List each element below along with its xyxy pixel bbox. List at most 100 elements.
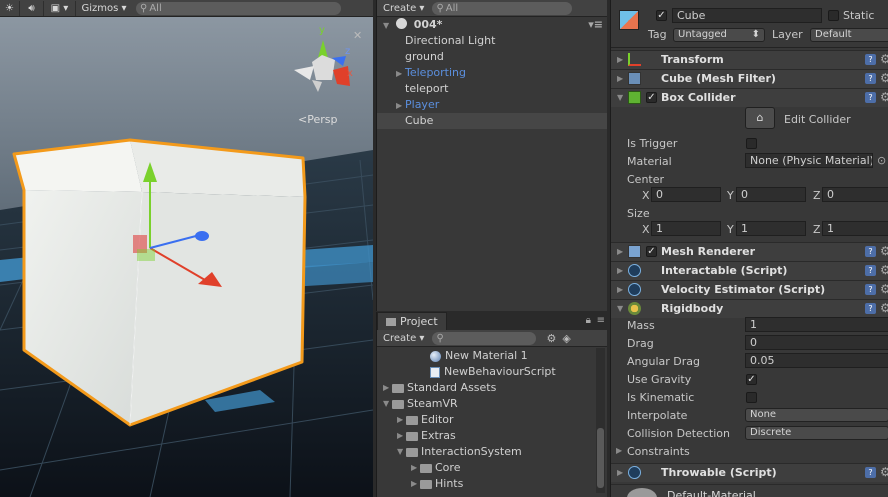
project-scrollbar[interactable] xyxy=(596,348,605,493)
project-search-input[interactable]: ⚲ xyxy=(432,331,537,345)
size-x-field[interactable]: 1 xyxy=(651,221,721,236)
hierarchy-item[interactable]: ▶ Player xyxy=(377,97,607,113)
expand-icon[interactable]: ▶ xyxy=(411,460,420,476)
collapse-icon[interactable]: ▼ xyxy=(397,444,406,460)
hierarchy-item[interactable]: teleport xyxy=(377,81,607,97)
gear-icon[interactable]: ⚙ xyxy=(880,301,888,315)
menu-icon[interactable]: ▾≡ xyxy=(588,17,603,33)
project-item[interactable]: ▶ Core xyxy=(377,460,607,476)
project-item[interactable]: ▼ SteamVR xyxy=(377,396,607,412)
hierarchy-item[interactable]: ground xyxy=(377,49,607,65)
mass-field[interactable]: 1 xyxy=(745,317,888,332)
size-y-field[interactable]: 1 xyxy=(736,221,806,236)
angular-drag-field[interactable]: 0.05 xyxy=(745,353,888,368)
project-item[interactable]: New Material 1 xyxy=(377,348,607,364)
static-checkbox[interactable] xyxy=(828,10,839,21)
gear-icon[interactable]: ⚙ xyxy=(880,244,888,258)
constraints-expand-icon[interactable]: ▶ xyxy=(616,446,622,455)
project-item[interactable]: NewBehaviourScript xyxy=(377,364,607,380)
collapse-icon[interactable]: ▼ xyxy=(383,18,392,34)
project-item[interactable]: ▼ InteractionSystem xyxy=(377,444,607,460)
box-collider-component[interactable]: ▼ ✓ Box Collider ?⚙ xyxy=(611,88,888,107)
hierarchy-search-input[interactable]: ⚲ All xyxy=(432,1,573,15)
mesh-renderer-component[interactable]: ▶ ✓ Mesh Renderer ?⚙ xyxy=(611,242,888,261)
help-icon[interactable]: ? xyxy=(865,467,876,478)
center-y-field[interactable]: 0 xyxy=(736,187,806,202)
expand-icon[interactable]: ▶ xyxy=(383,380,392,396)
gear-icon[interactable]: ⚙ xyxy=(880,90,888,104)
collapse-icon[interactable]: ▼ xyxy=(383,396,392,412)
help-icon[interactable]: ? xyxy=(865,303,876,314)
gear-icon[interactable]: ⚙ xyxy=(880,465,888,479)
tag-dropdown[interactable]: Untagged ⬍ xyxy=(673,28,765,42)
center-x-field[interactable]: 0 xyxy=(651,187,721,202)
close-icon[interactable]: ✕ xyxy=(353,29,362,42)
help-icon[interactable]: ? xyxy=(865,54,876,65)
gear-icon[interactable]: ⚙ xyxy=(880,263,888,277)
expand-icon[interactable]: ▶ xyxy=(411,476,420,492)
scene-view[interactable]: y z x ✕ ☀ 🔊︎ ▣ ▾ Gizmos ▾ ⚲ All <Persp xyxy=(0,0,373,497)
project-item[interactable]: ▶ Hints xyxy=(377,476,607,492)
collision-detection-dropdown[interactable]: Discrete xyxy=(745,426,888,440)
expand-icon[interactable]: ▶ xyxy=(396,66,405,82)
size-z-field[interactable]: 1 xyxy=(822,221,888,236)
help-icon[interactable]: ? xyxy=(865,92,876,103)
expand-icon[interactable]: ▶ xyxy=(396,98,405,114)
center-z-field[interactable]: 0 xyxy=(822,187,888,202)
mesh-renderer-enabled-checkbox[interactable]: ✓ xyxy=(646,246,657,257)
material-field[interactable]: None (Physic Material) xyxy=(745,153,873,168)
sun-icon[interactable]: ☀ xyxy=(0,0,20,16)
expand-icon[interactable]: ▶ xyxy=(617,74,626,83)
lock-icon[interactable]: 🔒︎ xyxy=(586,315,591,326)
material-preview-row[interactable]: Default-Material xyxy=(611,484,888,497)
layer-dropdown[interactable]: Default xyxy=(810,28,888,42)
filter-label-icon[interactable]: ◈ xyxy=(562,332,570,345)
scrollbar-thumb[interactable] xyxy=(597,428,604,488)
drag-field[interactable]: 0 xyxy=(745,335,888,350)
rigidbody-component[interactable]: ▼ Rigidbody ?⚙ xyxy=(611,299,888,318)
gear-icon[interactable]: ⚙ xyxy=(880,282,888,296)
hierarchy-create-dropdown[interactable]: Create ▾ xyxy=(383,3,424,14)
velocity-estimator-component[interactable]: ▶ Velocity Estimator (Script) ?⚙ xyxy=(611,280,888,299)
hierarchy-item[interactable]: ▶ Teleporting xyxy=(377,65,607,81)
help-icon[interactable]: ? xyxy=(865,246,876,257)
use-gravity-checkbox[interactable]: ✓ xyxy=(746,374,757,385)
active-checkbox[interactable]: ✓ xyxy=(656,10,667,21)
throwable-component[interactable]: ▶ Throwable (Script) ?⚙ xyxy=(611,463,888,482)
scene-root-row[interactable]: ▼ 004* ▾≡ xyxy=(377,17,607,33)
interactable-component[interactable]: ▶ Interactable (Script) ?⚙ xyxy=(611,261,888,280)
scene-search-input[interactable]: ⚲ All xyxy=(136,1,341,15)
tab-project[interactable]: Project xyxy=(377,312,447,330)
object-picker-icon[interactable]: ⊙ xyxy=(877,154,886,167)
expand-icon[interactable]: ▶ xyxy=(617,247,626,256)
object-name-field[interactable]: Cube xyxy=(672,8,822,23)
mesh-filter-component[interactable]: ▶ Cube (Mesh Filter) ?⚙ xyxy=(611,69,888,88)
expand-icon[interactable]: ▶ xyxy=(617,266,626,275)
effects-icon[interactable]: ▣ ▾ xyxy=(44,0,76,16)
gizmos-dropdown[interactable]: Gizmos ▾ xyxy=(76,1,132,16)
audio-icon[interactable]: 🔊︎ xyxy=(20,0,44,16)
hierarchy-item[interactable]: Directional Light xyxy=(377,33,607,49)
persp-label[interactable]: <Persp xyxy=(298,113,337,126)
filter-type-icon[interactable]: ⚙ xyxy=(546,332,556,345)
transform-component[interactable]: ▶ Transform ?⚙ xyxy=(611,50,888,69)
project-item[interactable]: ▶ Editor xyxy=(377,412,607,428)
edit-collider-button[interactable]: ⌂ xyxy=(745,107,775,129)
help-icon[interactable]: ? xyxy=(865,284,876,295)
expand-icon[interactable]: ▶ xyxy=(617,285,626,294)
project-item[interactable]: ▶ Standard Assets xyxy=(377,380,607,396)
box-collider-enabled-checkbox[interactable]: ✓ xyxy=(646,92,657,103)
interpolate-dropdown[interactable]: None xyxy=(745,408,888,422)
collapse-icon[interactable]: ▼ xyxy=(617,93,626,102)
gear-icon[interactable]: ⚙ xyxy=(880,52,888,66)
expand-icon[interactable]: ▶ xyxy=(397,428,406,444)
help-icon[interactable]: ? xyxy=(865,265,876,276)
collapse-icon[interactable]: ▼ xyxy=(617,304,626,313)
hierarchy-item[interactable]: Cube xyxy=(377,113,607,129)
scene-viewport[interactable] xyxy=(0,0,373,497)
help-icon[interactable]: ? xyxy=(865,73,876,84)
menu-icon[interactable]: ≡ xyxy=(597,315,605,326)
gear-icon[interactable]: ⚙ xyxy=(880,71,888,85)
expand-icon[interactable]: ▶ xyxy=(617,55,626,64)
expand-icon[interactable]: ▶ xyxy=(617,468,626,477)
